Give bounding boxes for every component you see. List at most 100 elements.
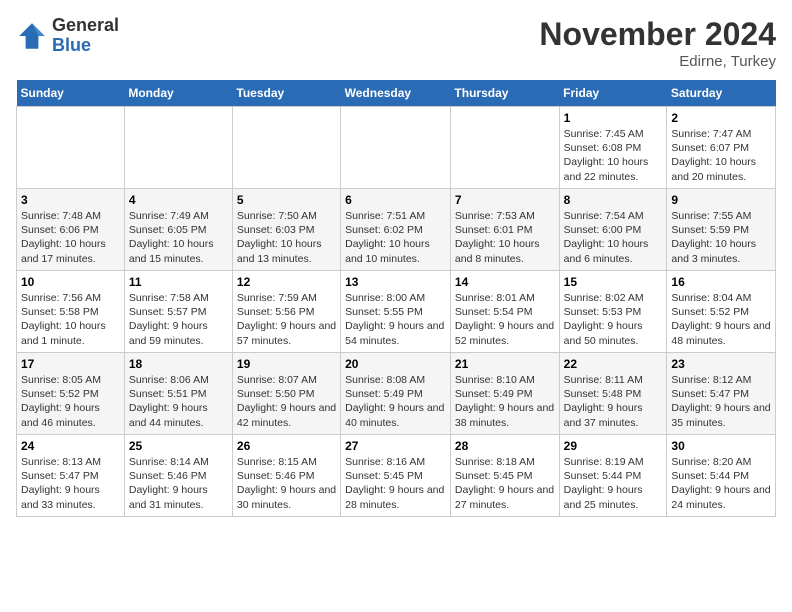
day-info: Sunrise: 8:20 AM Sunset: 5:44 PM Dayligh… [671, 455, 771, 512]
logo-icon [16, 20, 48, 52]
day-info: Sunrise: 7:47 AM Sunset: 6:07 PM Dayligh… [671, 127, 771, 184]
calendar-cell: 10Sunrise: 7:56 AM Sunset: 5:58 PM Dayli… [17, 271, 125, 353]
calendar-cell: 13Sunrise: 8:00 AM Sunset: 5:55 PM Dayli… [341, 271, 451, 353]
calendar-body: 1 Sunrise: 7:45 AM Sunset: 6:08 PM Daylig… [17, 107, 776, 517]
location: Edirne, Turkey [539, 53, 776, 70]
day-number: 14 [455, 275, 555, 289]
day-info: Sunrise: 8:08 AM Sunset: 5:49 PM Dayligh… [345, 373, 446, 430]
weekday-header-friday: Friday [559, 80, 667, 107]
day-number: 4 [129, 193, 228, 207]
day-info: Sunrise: 8:00 AM Sunset: 5:55 PM Dayligh… [345, 291, 446, 348]
calendar-cell: 19 Sunrise: 8:07 AM Sunset: 5:50 PM Dayli… [232, 353, 340, 435]
day-info: Sunrise: 8:01 AM Sunset: 5:54 PM Dayligh… [455, 291, 555, 348]
day-info: Sunrise: 7:49 AM Sunset: 6:05 PM Dayligh… [129, 209, 228, 266]
week-row-2: 3 Sunrise: 7:48 AM Sunset: 6:06 PM Daylig… [17, 189, 776, 271]
weekday-header-saturday: Saturday [667, 80, 776, 107]
day-info: Sunrise: 7:54 AM Sunset: 6:00 PM Dayligh… [564, 209, 663, 266]
calendar-cell: 4 Sunrise: 7:49 AM Sunset: 6:05 PM Daylig… [124, 189, 232, 271]
day-number: 19 [237, 357, 336, 371]
day-info: Sunrise: 8:13 AM Sunset: 5:47 PM Dayligh… [21, 455, 120, 512]
day-info: Sunrise: 7:45 AM Sunset: 6:08 PM Dayligh… [564, 127, 663, 184]
day-number: 6 [345, 193, 446, 207]
page-header: General Blue November 2024 Edirne, Turke… [16, 16, 776, 70]
week-row-1: 1 Sunrise: 7:45 AM Sunset: 6:08 PM Daylig… [17, 107, 776, 189]
day-info: Sunrise: 8:06 AM Sunset: 5:51 PM Dayligh… [129, 373, 228, 430]
weekday-header-sunday: Sunday [17, 80, 125, 107]
calendar-cell: 8 Sunrise: 7:54 AM Sunset: 6:00 PM Daylig… [559, 189, 667, 271]
day-info: Sunrise: 8:04 AM Sunset: 5:52 PM Dayligh… [671, 291, 771, 348]
logo: General Blue [16, 16, 119, 56]
day-number: 15 [564, 275, 663, 289]
day-number: 20 [345, 357, 446, 371]
logo-general: General [52, 16, 119, 36]
calendar-cell: 11 Sunrise: 7:58 AM Sunset: 5:57 PM Dayli… [124, 271, 232, 353]
calendar-cell: 25 Sunrise: 8:14 AM Sunset: 5:46 PM Dayli… [124, 435, 232, 517]
day-info: Sunrise: 7:51 AM Sunset: 6:02 PM Dayligh… [345, 209, 446, 266]
calendar-cell: 28 Sunrise: 8:18 AM Sunset: 5:45 PM Dayli… [450, 435, 559, 517]
day-number: 23 [671, 357, 771, 371]
weekday-header-row: SundayMondayTuesdayWednesdayThursdayFrid… [17, 80, 776, 107]
calendar-cell: 23 Sunrise: 8:12 AM Sunset: 5:47 PM Dayli… [667, 353, 776, 435]
calendar-cell: 15 Sunrise: 8:02 AM Sunset: 5:53 PM Dayli… [559, 271, 667, 353]
day-number: 16 [671, 275, 771, 289]
day-info: Sunrise: 8:10 AM Sunset: 5:49 PM Dayligh… [455, 373, 555, 430]
day-number: 5 [237, 193, 336, 207]
logo-blue: Blue [52, 36, 119, 56]
calendar-cell: 3 Sunrise: 7:48 AM Sunset: 6:06 PM Daylig… [17, 189, 125, 271]
calendar-cell [450, 107, 559, 189]
calendar-cell: 5 Sunrise: 7:50 AM Sunset: 6:03 PM Daylig… [232, 189, 340, 271]
day-number: 28 [455, 439, 555, 453]
calendar-cell: 24 Sunrise: 8:13 AM Sunset: 5:47 PM Dayli… [17, 435, 125, 517]
week-row-4: 17 Sunrise: 8:05 AM Sunset: 5:52 PM Dayli… [17, 353, 776, 435]
calendar-cell: 26Sunrise: 8:15 AM Sunset: 5:46 PM Dayli… [232, 435, 340, 517]
month-title: November 2024 [539, 16, 776, 53]
calendar-cell: 9Sunrise: 7:55 AM Sunset: 5:59 PM Daylig… [667, 189, 776, 271]
day-number: 25 [129, 439, 228, 453]
day-info: Sunrise: 8:05 AM Sunset: 5:52 PM Dayligh… [21, 373, 120, 430]
calendar-cell [124, 107, 232, 189]
day-info: Sunrise: 8:15 AM Sunset: 5:46 PM Dayligh… [237, 455, 336, 512]
calendar-cell [341, 107, 451, 189]
weekday-header-monday: Monday [124, 80, 232, 107]
calendar-cell: 2 Sunrise: 7:47 AM Sunset: 6:07 PM Daylig… [667, 107, 776, 189]
day-info: Sunrise: 8:07 AM Sunset: 5:50 PM Dayligh… [237, 373, 336, 430]
calendar-cell: 22 Sunrise: 8:11 AM Sunset: 5:48 PM Dayli… [559, 353, 667, 435]
day-info: Sunrise: 8:18 AM Sunset: 5:45 PM Dayligh… [455, 455, 555, 512]
calendar-cell: 7Sunrise: 7:53 AM Sunset: 6:01 PM Daylig… [450, 189, 559, 271]
day-number: 1 [564, 111, 663, 125]
day-info: Sunrise: 7:58 AM Sunset: 5:57 PM Dayligh… [129, 291, 228, 348]
day-number: 17 [21, 357, 120, 371]
calendar-cell: 12 Sunrise: 7:59 AM Sunset: 5:56 PM Dayli… [232, 271, 340, 353]
day-number: 18 [129, 357, 228, 371]
day-info: Sunrise: 8:14 AM Sunset: 5:46 PM Dayligh… [129, 455, 228, 512]
weekday-header-thursday: Thursday [450, 80, 559, 107]
calendar-cell: 14 Sunrise: 8:01 AM Sunset: 5:54 PM Dayli… [450, 271, 559, 353]
day-info: Sunrise: 8:11 AM Sunset: 5:48 PM Dayligh… [564, 373, 663, 430]
day-number: 12 [237, 275, 336, 289]
calendar-cell: 29 Sunrise: 8:19 AM Sunset: 5:44 PM Dayli… [559, 435, 667, 517]
day-info: Sunrise: 8:02 AM Sunset: 5:53 PM Dayligh… [564, 291, 663, 348]
day-number: 29 [564, 439, 663, 453]
week-row-5: 24 Sunrise: 8:13 AM Sunset: 5:47 PM Dayli… [17, 435, 776, 517]
day-number: 2 [671, 111, 771, 125]
calendar-cell [17, 107, 125, 189]
day-number: 24 [21, 439, 120, 453]
day-number: 30 [671, 439, 771, 453]
day-info: Sunrise: 7:50 AM Sunset: 6:03 PM Dayligh… [237, 209, 336, 266]
day-info: Sunrise: 8:19 AM Sunset: 5:44 PM Dayligh… [564, 455, 663, 512]
day-number: 9 [671, 193, 771, 207]
week-row-3: 10Sunrise: 7:56 AM Sunset: 5:58 PM Dayli… [17, 271, 776, 353]
day-number: 11 [129, 275, 228, 289]
day-number: 3 [21, 193, 120, 207]
calendar-cell: 21Sunrise: 8:10 AM Sunset: 5:49 PM Dayli… [450, 353, 559, 435]
weekday-header-tuesday: Tuesday [232, 80, 340, 107]
day-info: Sunrise: 8:16 AM Sunset: 5:45 PM Dayligh… [345, 455, 446, 512]
calendar-cell: 30 Sunrise: 8:20 AM Sunset: 5:44 PM Dayli… [667, 435, 776, 517]
weekday-header-wednesday: Wednesday [341, 80, 451, 107]
day-number: 8 [564, 193, 663, 207]
day-info: Sunrise: 7:56 AM Sunset: 5:58 PM Dayligh… [21, 291, 120, 348]
day-number: 22 [564, 357, 663, 371]
day-info: Sunrise: 7:48 AM Sunset: 6:06 PM Dayligh… [21, 209, 120, 266]
day-info: Sunrise: 8:12 AM Sunset: 5:47 PM Dayligh… [671, 373, 771, 430]
day-info: Sunrise: 7:59 AM Sunset: 5:56 PM Dayligh… [237, 291, 336, 348]
